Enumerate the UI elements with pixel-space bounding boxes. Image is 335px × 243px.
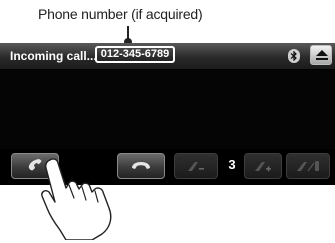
volume-up-button[interactable] (244, 153, 282, 179)
volume-up-icon (255, 162, 271, 172)
eject-button[interactable] (310, 45, 332, 65)
bluetooth-icon (288, 49, 300, 63)
handset-switch-icon (297, 161, 319, 172)
phone-number: 012-345-6789 (95, 46, 175, 63)
call-status-title: Incoming call... (10, 49, 97, 63)
handset-switch-button[interactable] (286, 153, 330, 179)
eject-icon (316, 50, 328, 60)
top-bar: Incoming call... 012-345-6789 (0, 43, 335, 70)
volume-down-button[interactable] (174, 153, 218, 179)
pointing-hand-icon (41, 158, 112, 240)
annotation-label: Phone number (if acquired) (38, 6, 203, 22)
volume-down-icon (188, 162, 204, 171)
volume-level: 3 (228, 157, 236, 172)
